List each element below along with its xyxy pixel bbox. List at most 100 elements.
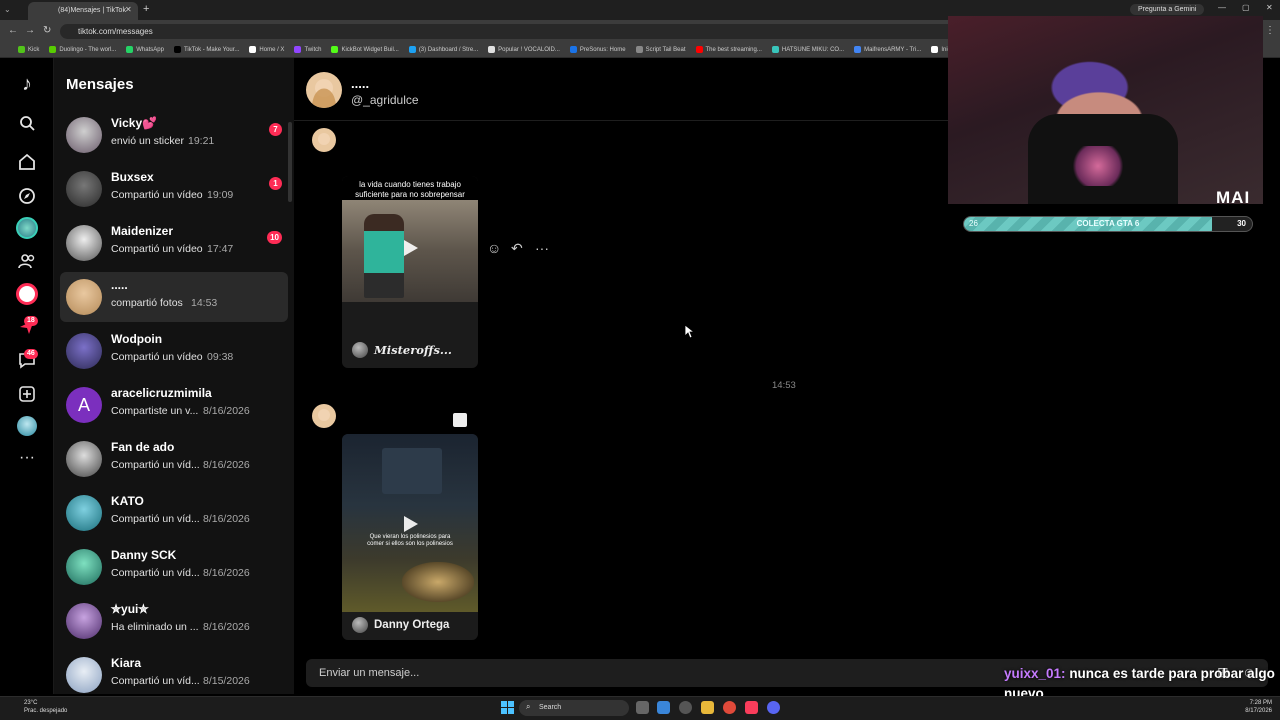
bookmark-item[interactable]: KickBot Widget Buil... xyxy=(331,46,399,53)
image-gallery-icon[interactable] xyxy=(453,413,467,427)
reply-icon[interactable]: ↶ xyxy=(511,240,523,257)
more-icon[interactable]: ··· xyxy=(15,446,39,470)
message-input-placeholder: Enviar un mensaje... xyxy=(319,667,420,679)
chat-avatar[interactable] xyxy=(306,72,342,108)
conversation-preview: Compartió un víd... xyxy=(111,567,200,579)
conversation-item[interactable]: Buxsex Compartió un vídeo 19:09 1 xyxy=(60,164,288,214)
bookmark-item[interactable]: (3) Dashboard / Stre... xyxy=(408,46,478,53)
conversation-time: 8/16/2026 xyxy=(203,405,250,417)
conversation-item[interactable]: Kiara Compartió un víd... 8/15/2026 xyxy=(60,650,288,700)
conversation-avatar xyxy=(66,603,102,639)
tab-title: (84)Mensajes | TikTok xyxy=(58,7,126,14)
bookmark-item[interactable]: Home / X xyxy=(249,46,284,53)
gemini-button[interactable]: Pregunta a Gemini xyxy=(1130,4,1205,15)
menu-icon[interactable]: ⋮ xyxy=(1265,25,1275,36)
conversation-item[interactable]: Vicky💕 envió un sticker 19:21 7 xyxy=(60,110,288,160)
bookmark-item[interactable]: MaifrensARMY - Tri... xyxy=(854,46,921,53)
shared-video-card[interactable]: la vida cuando tienes trabajo suficiente… xyxy=(342,176,478,368)
conversation-item[interactable]: ..... compartió fotos 14:53 xyxy=(60,272,288,322)
forward-icon[interactable]: → xyxy=(25,25,35,36)
unread-badge: 10 xyxy=(267,231,282,244)
bookmark-item[interactable]: PreSonus: Home xyxy=(569,46,626,53)
file-explorer-icon[interactable] xyxy=(701,701,714,714)
conversation-name: ..... xyxy=(111,278,128,292)
bookmark-favicon-icon xyxy=(331,46,339,53)
conversation-preview: envió un sticker xyxy=(111,135,184,147)
settings-icon[interactable] xyxy=(679,701,692,714)
bookmark-label: Home / X xyxy=(259,46,285,53)
discord-icon[interactable] xyxy=(767,701,780,714)
tiktok-logo-icon[interactable]: ♪ xyxy=(15,72,39,96)
music-app-icon[interactable] xyxy=(745,701,758,714)
conversation-item[interactable]: Maidenizer Compartió un vídeo 17:47 10 xyxy=(60,218,288,268)
conversation-item[interactable]: Fan de ado Compartió un víd... 8/16/2026 xyxy=(60,434,288,484)
play-icon[interactable] xyxy=(400,238,420,258)
message-avatar[interactable] xyxy=(312,404,336,428)
message-avatar[interactable] xyxy=(312,128,336,152)
close-tab-icon[interactable]: ✕ xyxy=(125,5,132,14)
chat-name[interactable]: ..... xyxy=(351,76,369,91)
bookmark-favicon-icon xyxy=(173,46,181,53)
back-icon[interactable]: ← xyxy=(8,25,18,36)
live-icon[interactable] xyxy=(15,282,39,306)
weather-widget[interactable]: 23°C Prac. despejado xyxy=(10,699,67,715)
bookmark-item[interactable]: The best streaming... xyxy=(695,46,762,53)
conversation-item[interactable]: Wodpoin Compartió un vídeo 09:38 xyxy=(60,326,288,376)
conversation-preview: Compartiste un v... xyxy=(111,405,199,417)
conversation-item[interactable]: Aaracelicruzmimila Compartiste un v... 8/1… xyxy=(60,380,288,430)
maximize-icon[interactable]: ▢ xyxy=(1242,3,1250,12)
conversation-item[interactable]: Danny SCK Compartió un víd... 8/16/2026 xyxy=(60,542,288,592)
bookmark-item[interactable]: TikTok - Make Your... xyxy=(173,46,239,53)
list-scrollbar[interactable] xyxy=(288,122,292,202)
bookmark-item[interactable]: Kick xyxy=(18,46,39,53)
bookmark-label: Kick xyxy=(28,46,40,53)
close-window-icon[interactable]: ✕ xyxy=(1266,3,1273,12)
chat-username[interactable]: @_agridulce xyxy=(351,93,419,107)
conversation-name: aracelicruzmimila xyxy=(111,386,212,400)
explore-icon[interactable] xyxy=(15,184,39,208)
conversation-item[interactable]: ✮yui✮ Ha eliminado un ... 8/16/2026 xyxy=(60,596,288,646)
reload-icon[interactable]: ↻ xyxy=(43,25,51,36)
bookmark-favicon-icon xyxy=(294,46,302,53)
taskbar-clock[interactable]: 7:28 PM 8/17/2026 xyxy=(1236,699,1272,715)
conversation-preview: Compartió un vídeo xyxy=(111,351,203,363)
play-icon[interactable] xyxy=(400,514,420,534)
chrome-icon[interactable] xyxy=(723,701,736,714)
unread-badge: 1 xyxy=(269,177,282,190)
task-view-icon[interactable] xyxy=(636,701,649,714)
edge-icon[interactable] xyxy=(657,701,670,714)
bookmark-item[interactable]: Script Tail Beat xyxy=(635,46,686,53)
conversation-item[interactable]: KATO Compartió un víd... 8/16/2026 xyxy=(60,488,288,538)
following-avatar-icon[interactable] xyxy=(15,216,39,240)
bookmark-favicon-icon xyxy=(854,46,862,53)
tab-list-icon[interactable]: ⌄ xyxy=(4,5,11,14)
bookmark-item[interactable]: Popular ! VOCALOID... xyxy=(488,46,560,53)
friends-icon[interactable] xyxy=(15,249,39,273)
search-icon[interactable] xyxy=(15,111,39,135)
profile-avatar-icon[interactable] xyxy=(15,414,39,438)
shared-video-card[interactable]: Que vieran los polinesios para comer si … xyxy=(342,434,478,640)
bookmark-item[interactable]: Duolingo - The worl... xyxy=(49,46,116,53)
more-options-icon[interactable]: ··· xyxy=(535,240,549,256)
video-author[interactable]: Misteroffs... xyxy=(352,342,452,358)
conversation-time: 8/15/2026 xyxy=(203,675,250,687)
upload-icon[interactable] xyxy=(15,382,39,406)
browser-tab[interactable]: (84)Mensajes | TikTok xyxy=(28,2,138,20)
conversation-avatar: A xyxy=(66,387,102,423)
conversation-avatar xyxy=(66,225,102,261)
weather-temp: 23°C xyxy=(24,700,38,706)
conversation-name: Buxsex xyxy=(111,170,154,184)
bookmark-item[interactable]: HATSUNE MIKU: CO... xyxy=(771,46,844,53)
conversation-preview: Compartió un víd... xyxy=(111,675,200,687)
react-icon[interactable]: ☺ xyxy=(487,240,501,256)
bookmark-item[interactable]: WhatsApp xyxy=(126,46,164,53)
donation-goal-bar: 26 COLECTA GTA 6 30 xyxy=(963,216,1253,232)
windows-start-icon[interactable] xyxy=(501,701,514,714)
minimize-icon[interactable]: — xyxy=(1218,3,1226,12)
new-tab-icon[interactable]: + xyxy=(143,3,149,15)
video-caption: la vida cuando tienes trabajo suficiente… xyxy=(355,180,465,199)
taskbar-search[interactable]: Search xyxy=(519,700,629,716)
bookmark-item[interactable]: Twitch xyxy=(294,46,321,53)
video-author[interactable]: Danny Ortega xyxy=(352,617,449,633)
home-icon[interactable] xyxy=(15,150,39,174)
